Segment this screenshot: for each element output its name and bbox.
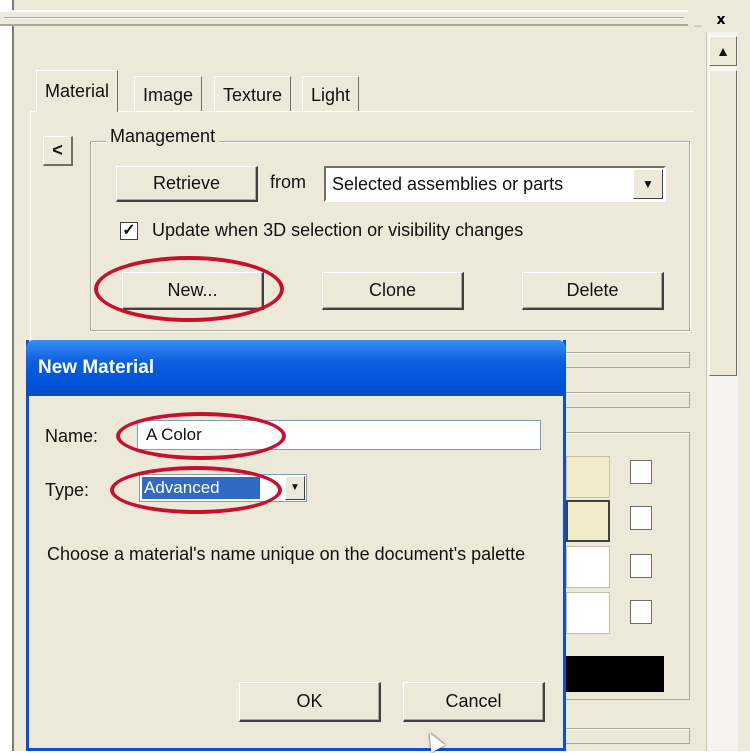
tab-texture[interactable]: Texture bbox=[214, 76, 292, 112]
update-checkbox[interactable]: ✓ bbox=[120, 222, 138, 240]
color-swatch[interactable] bbox=[566, 592, 610, 634]
type-label: Type: bbox=[45, 480, 90, 500]
new-material-dialog: New Material Name: A Color Type: Advance… bbox=[26, 340, 566, 751]
black-color-swatch[interactable] bbox=[560, 656, 664, 692]
collapse-button[interactable]: < bbox=[43, 136, 73, 166]
chevron-down-icon[interactable]: ▼ bbox=[285, 476, 305, 500]
swatch-checkbox[interactable] bbox=[630, 600, 652, 624]
type-value: Advanced bbox=[142, 477, 260, 499]
cancel-button[interactable]: Cancel bbox=[403, 682, 545, 722]
swatch-checkbox[interactable] bbox=[630, 460, 652, 484]
type-select[interactable]: Advanced ▼ bbox=[139, 474, 307, 502]
collapsed-section-bar[interactable] bbox=[560, 728, 690, 744]
chevron-down-icon[interactable]: ▼ bbox=[633, 169, 663, 199]
dialog-help-text: Choose a material's name unique on the d… bbox=[47, 544, 526, 564]
color-swatch[interactable] bbox=[566, 500, 610, 542]
color-swatch[interactable] bbox=[566, 456, 610, 498]
vertical-scrollbar[interactable]: ▲ bbox=[706, 32, 738, 751]
source-value: Selected assemblies or parts bbox=[332, 174, 564, 194]
tab-light[interactable]: Light bbox=[302, 76, 360, 112]
collapsed-section-bar[interactable] bbox=[560, 352, 690, 368]
name-label: Name: bbox=[45, 426, 99, 446]
tab-image[interactable]: Image bbox=[134, 76, 203, 112]
swatch-checkbox[interactable] bbox=[630, 554, 652, 578]
tab-material[interactable]: Material bbox=[36, 70, 119, 112]
update-checkbox-label: Update when 3D selection or visibility c… bbox=[152, 220, 524, 240]
ok-button[interactable]: OK bbox=[239, 682, 381, 722]
delete-button[interactable]: Delete bbox=[522, 272, 664, 310]
swatch-checkbox[interactable] bbox=[630, 506, 652, 530]
panel-gripper-bar[interactable] bbox=[0, 10, 688, 26]
scroll-thumb[interactable] bbox=[709, 70, 737, 376]
close-icon[interactable]: x bbox=[710, 10, 732, 30]
retrieve-button[interactable]: Retrieve bbox=[116, 166, 258, 202]
source-select[interactable]: Selected assemblies or parts ▼ bbox=[324, 166, 666, 202]
name-value: A Color bbox=[146, 425, 202, 444]
new-material-button[interactable]: New... bbox=[122, 272, 264, 310]
scroll-up-icon[interactable]: ▲ bbox=[709, 36, 737, 66]
name-input[interactable]: A Color bbox=[137, 420, 541, 450]
clone-button[interactable]: Clone bbox=[322, 272, 464, 310]
dialog-title[interactable]: New Material bbox=[26, 340, 566, 396]
collapsed-section-bar[interactable] bbox=[560, 392, 690, 408]
management-legend: Management bbox=[106, 126, 220, 147]
minimize-icon[interactable]: _ bbox=[690, 12, 706, 28]
color-swatch[interactable] bbox=[566, 546, 610, 588]
from-label: from bbox=[270, 172, 306, 192]
